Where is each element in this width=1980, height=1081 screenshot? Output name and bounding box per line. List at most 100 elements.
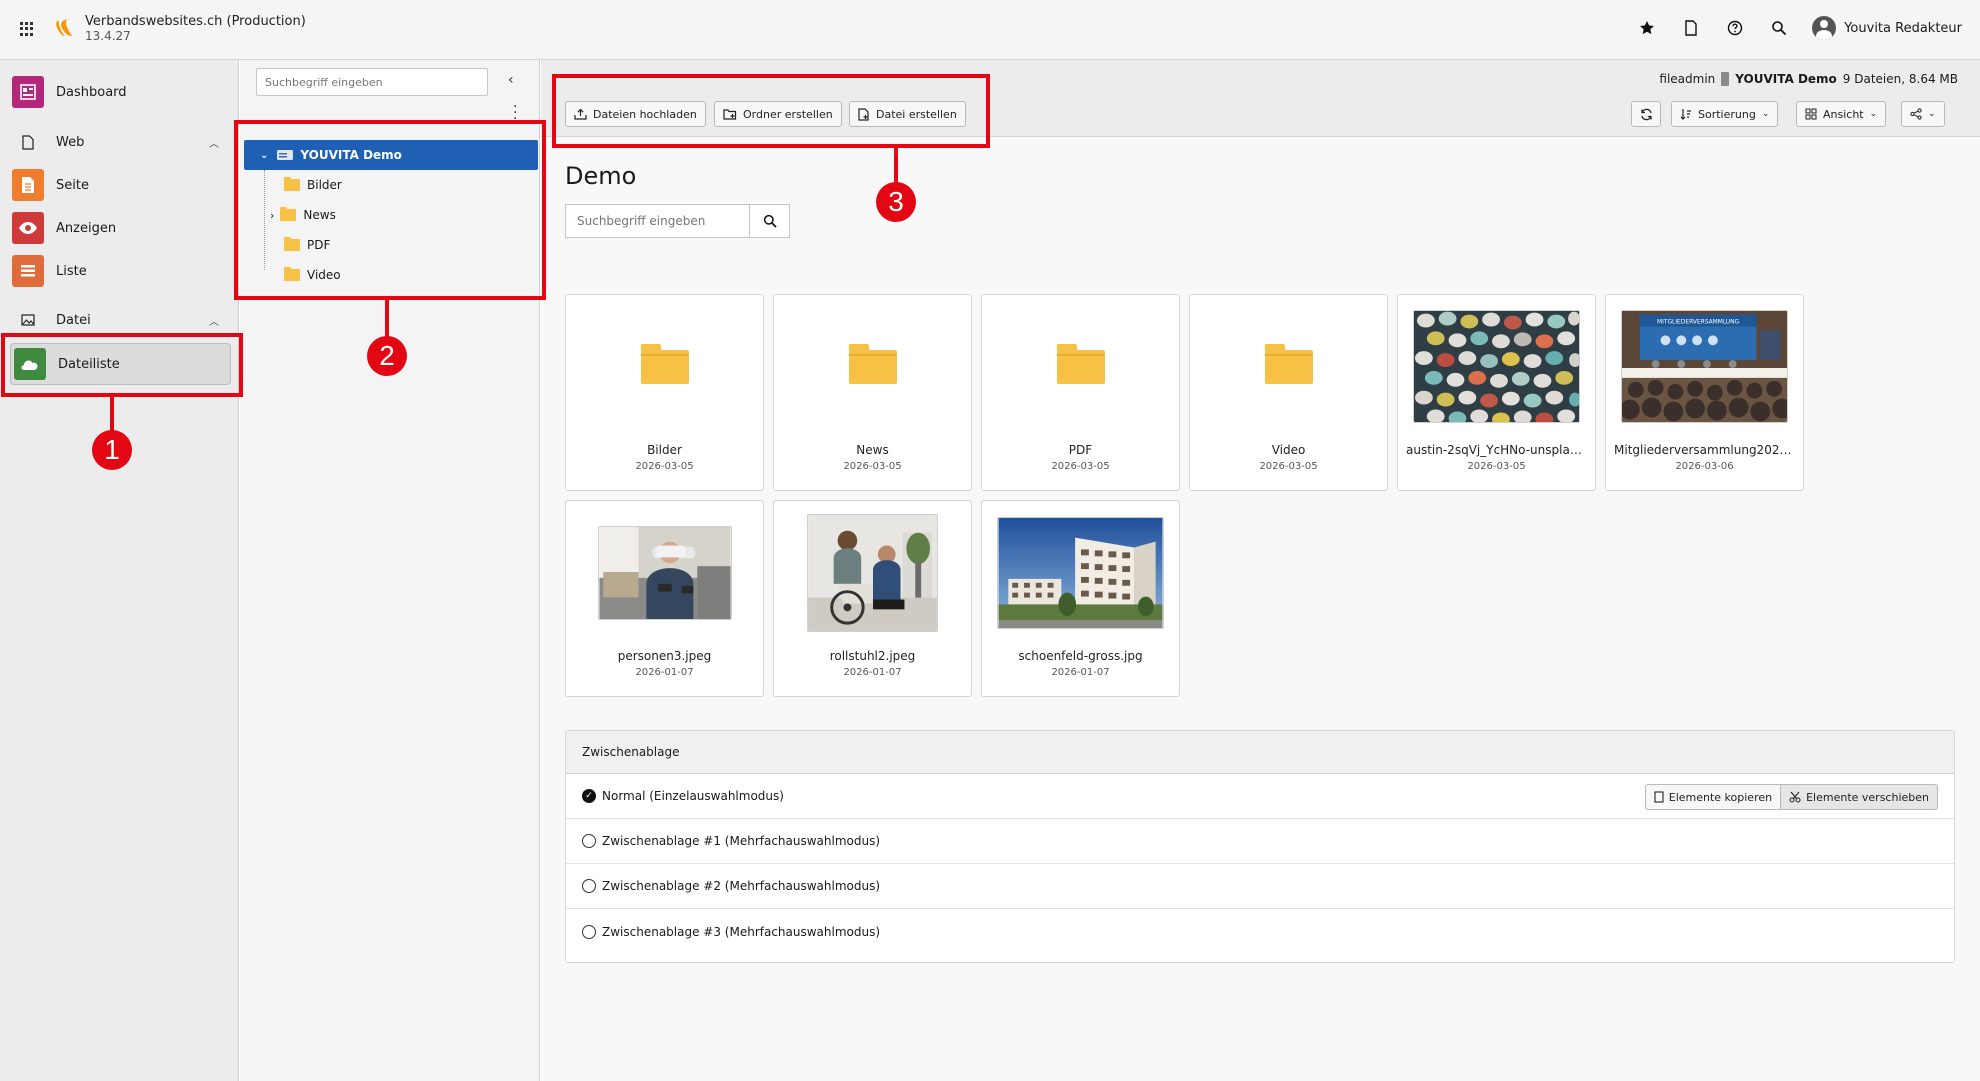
copy-elements-button[interactable]: Elemente kopieren xyxy=(1644,784,1782,810)
folder-icon xyxy=(581,310,748,423)
tree-node-label: PDF xyxy=(307,238,331,252)
file-tile-folder[interactable]: News 2026-03-05 xyxy=(773,294,972,491)
sorting-label: Sortierung xyxy=(1698,107,1756,121)
opendocs-icon[interactable] xyxy=(1680,17,1702,39)
help-icon[interactable] xyxy=(1724,17,1746,39)
module-list[interactable]: Liste xyxy=(12,254,87,288)
module-page[interactable]: Seite xyxy=(12,168,89,202)
radio-icon[interactable] xyxy=(582,834,596,848)
file-tile-folder[interactable]: Video 2026-03-05 xyxy=(1189,294,1388,491)
clipboard-mode-2[interactable]: Zwischenablage #2 (Mehrfachauswahlmodus) xyxy=(566,864,1954,909)
view-dropdown[interactable]: Ansicht ⌄ xyxy=(1796,101,1887,127)
refresh-button[interactable] xyxy=(1631,101,1661,127)
tree-search-input[interactable] xyxy=(256,68,488,96)
filelist-icon xyxy=(14,348,46,380)
share-dropdown[interactable]: ⌄ xyxy=(1901,101,1945,127)
file-tile-folder[interactable]: PDF 2026-03-05 xyxy=(981,294,1180,491)
image-thumbnail xyxy=(581,516,748,629)
chevron-down-icon: ⌄ xyxy=(1869,109,1878,119)
bookmark-star-icon[interactable] xyxy=(1636,17,1658,39)
sorting-dropdown[interactable]: Sortierung ⌄ xyxy=(1671,101,1779,127)
clipboard-mode-normal[interactable]: ✓ Normal (Einzelauswahlmodus) Elemente k… xyxy=(566,774,1954,819)
folder-icon xyxy=(997,310,1164,423)
upload-icon xyxy=(574,108,587,120)
module-filelist[interactable]: Dateiliste xyxy=(10,343,231,385)
tree-node-video[interactable]: Video xyxy=(284,260,341,290)
tree-node-news[interactable]: › News xyxy=(270,200,336,230)
image-thumbnail xyxy=(789,513,956,632)
radio-icon[interactable] xyxy=(582,879,596,893)
tree-node-label: Bilder xyxy=(307,178,342,192)
tree-node-root[interactable]: ⌄ YOUVITA Demo xyxy=(244,140,538,170)
user-menu[interactable]: Youvita Redakteur xyxy=(1812,16,1962,40)
file-tile-image[interactable]: MITGLIEDERVERSAMMLUNG Mitgliederversamml… xyxy=(1605,294,1804,491)
collapse-tree-icon[interactable]: ‹ xyxy=(508,72,514,88)
move-elements-button[interactable]: Elemente verschieben xyxy=(1781,784,1938,810)
module-dashboard-label: Dashboard xyxy=(56,84,127,100)
radio-icon[interactable] xyxy=(582,924,596,939)
tile-name[interactable]: Video xyxy=(1190,443,1387,457)
module-filelist-label: Dateiliste xyxy=(58,356,120,372)
filelist-search-button[interactable] xyxy=(750,204,790,238)
module-view[interactable]: Anzeigen xyxy=(12,211,116,245)
page-module-icon xyxy=(12,169,44,201)
tree-node-bilder[interactable]: Bilder xyxy=(284,170,342,200)
site-version: 13.4.27 xyxy=(85,29,131,43)
image-thumbnail xyxy=(1413,310,1580,423)
folder-tree-panel: ‹ ··· ⌄ YOUVITA Demo Bilder › News PDF V… xyxy=(240,60,540,1081)
main-content: Dateien hochladen Ordner erstellen Datei… xyxy=(541,60,1980,1081)
tile-date: 2026-03-05 xyxy=(635,461,694,472)
tile-date: 2026-01-07 xyxy=(1051,667,1110,678)
site-name[interactable]: Verbandswebsites.ch (Production) xyxy=(85,14,306,29)
clipboard-mode-1[interactable]: Zwischenablage #1 (Mehrfachauswahlmodus) xyxy=(566,819,1954,864)
tile-name[interactable]: Mitgliederversammlung2025.jpg xyxy=(1606,443,1803,457)
filelist-search-input[interactable] xyxy=(565,204,750,238)
chevron-down-icon: ⌄ xyxy=(1761,109,1770,119)
tree-actions-icon[interactable]: · · · xyxy=(513,100,517,126)
typo3-logo-icon[interactable] xyxy=(54,16,76,38)
search-icon[interactable] xyxy=(1768,17,1790,39)
search-icon xyxy=(763,214,777,228)
module-group-file[interactable]: Datei ︿ xyxy=(12,306,227,334)
file-tile-image[interactable]: personen3.jpeg 2026-01-07 xyxy=(565,500,764,697)
apps-grid-icon[interactable] xyxy=(20,22,34,36)
file-tile-image[interactable]: rollstuhl2.jpeg 2026-01-07 xyxy=(773,500,972,697)
breadcrumb-folder[interactable]: YOUVITA Demo xyxy=(1735,72,1837,86)
clipboard-mode-3[interactable]: Zwischenablage #3 (Mehrfachauswahlmodus) xyxy=(566,909,1954,954)
breadcrumb-storage[interactable]: fileadmin xyxy=(1659,72,1715,86)
upload-files-button[interactable]: Dateien hochladen xyxy=(565,101,706,127)
checked-radio-icon[interactable]: ✓ xyxy=(582,789,596,803)
chevron-right-icon[interactable]: › xyxy=(270,209,274,222)
tile-date: 2026-03-05 xyxy=(1259,461,1318,472)
tile-name[interactable]: rollstuhl2.jpeg xyxy=(774,649,971,663)
clipboard-actions: Elemente kopieren Elemente verschieben xyxy=(1644,784,1938,810)
tile-date: 2026-01-07 xyxy=(843,667,902,678)
folder-icon xyxy=(284,267,300,281)
folder-icon xyxy=(284,177,300,191)
file-tile-image[interactable]: austin-2sqVj_YcHNo-unsplash.jpg 2026-03-… xyxy=(1397,294,1596,491)
chevron-down-icon: ⌄ xyxy=(1928,109,1936,119)
tile-name[interactable]: Bilder xyxy=(566,443,763,457)
tile-name[interactable]: schoenfeld-gross.jpg xyxy=(982,649,1179,663)
create-folder-button[interactable]: Ordner erstellen xyxy=(714,101,842,127)
tile-date: 2026-03-05 xyxy=(1467,461,1526,472)
module-group-web[interactable]: Web ︿ xyxy=(12,128,227,156)
create-file-button[interactable]: Datei erstellen xyxy=(849,101,966,127)
file-tile-folder[interactable]: Bilder 2026-03-05 xyxy=(565,294,764,491)
tile-name[interactable]: News xyxy=(774,443,971,457)
tree-node-pdf[interactable]: PDF xyxy=(284,230,330,260)
module-group-file-label: Datei xyxy=(56,312,91,328)
tile-name[interactable]: personen3.jpeg xyxy=(566,649,763,663)
storage-icon xyxy=(1721,72,1730,86)
clipboard-mode-label: Zwischenablage #2 (Mehrfachauswahlmodus) xyxy=(602,879,881,893)
file-tile-image[interactable]: schoenfeld-gross.jpg 2026-01-07 xyxy=(981,500,1180,697)
module-dashboard[interactable]: Dashboard xyxy=(12,75,127,109)
tree-node-label: News xyxy=(303,208,336,222)
image-outline-icon xyxy=(12,314,44,326)
docheader: Dateien hochladen Ordner erstellen Datei… xyxy=(541,60,1980,137)
view-label: Ansicht xyxy=(1823,107,1864,121)
chevron-up-icon: ︿ xyxy=(209,138,219,150)
tile-name[interactable]: austin-2sqVj_YcHNo-unsplash.jpg xyxy=(1398,443,1595,457)
share-icon xyxy=(1910,108,1922,120)
tile-name[interactable]: PDF xyxy=(982,443,1179,457)
